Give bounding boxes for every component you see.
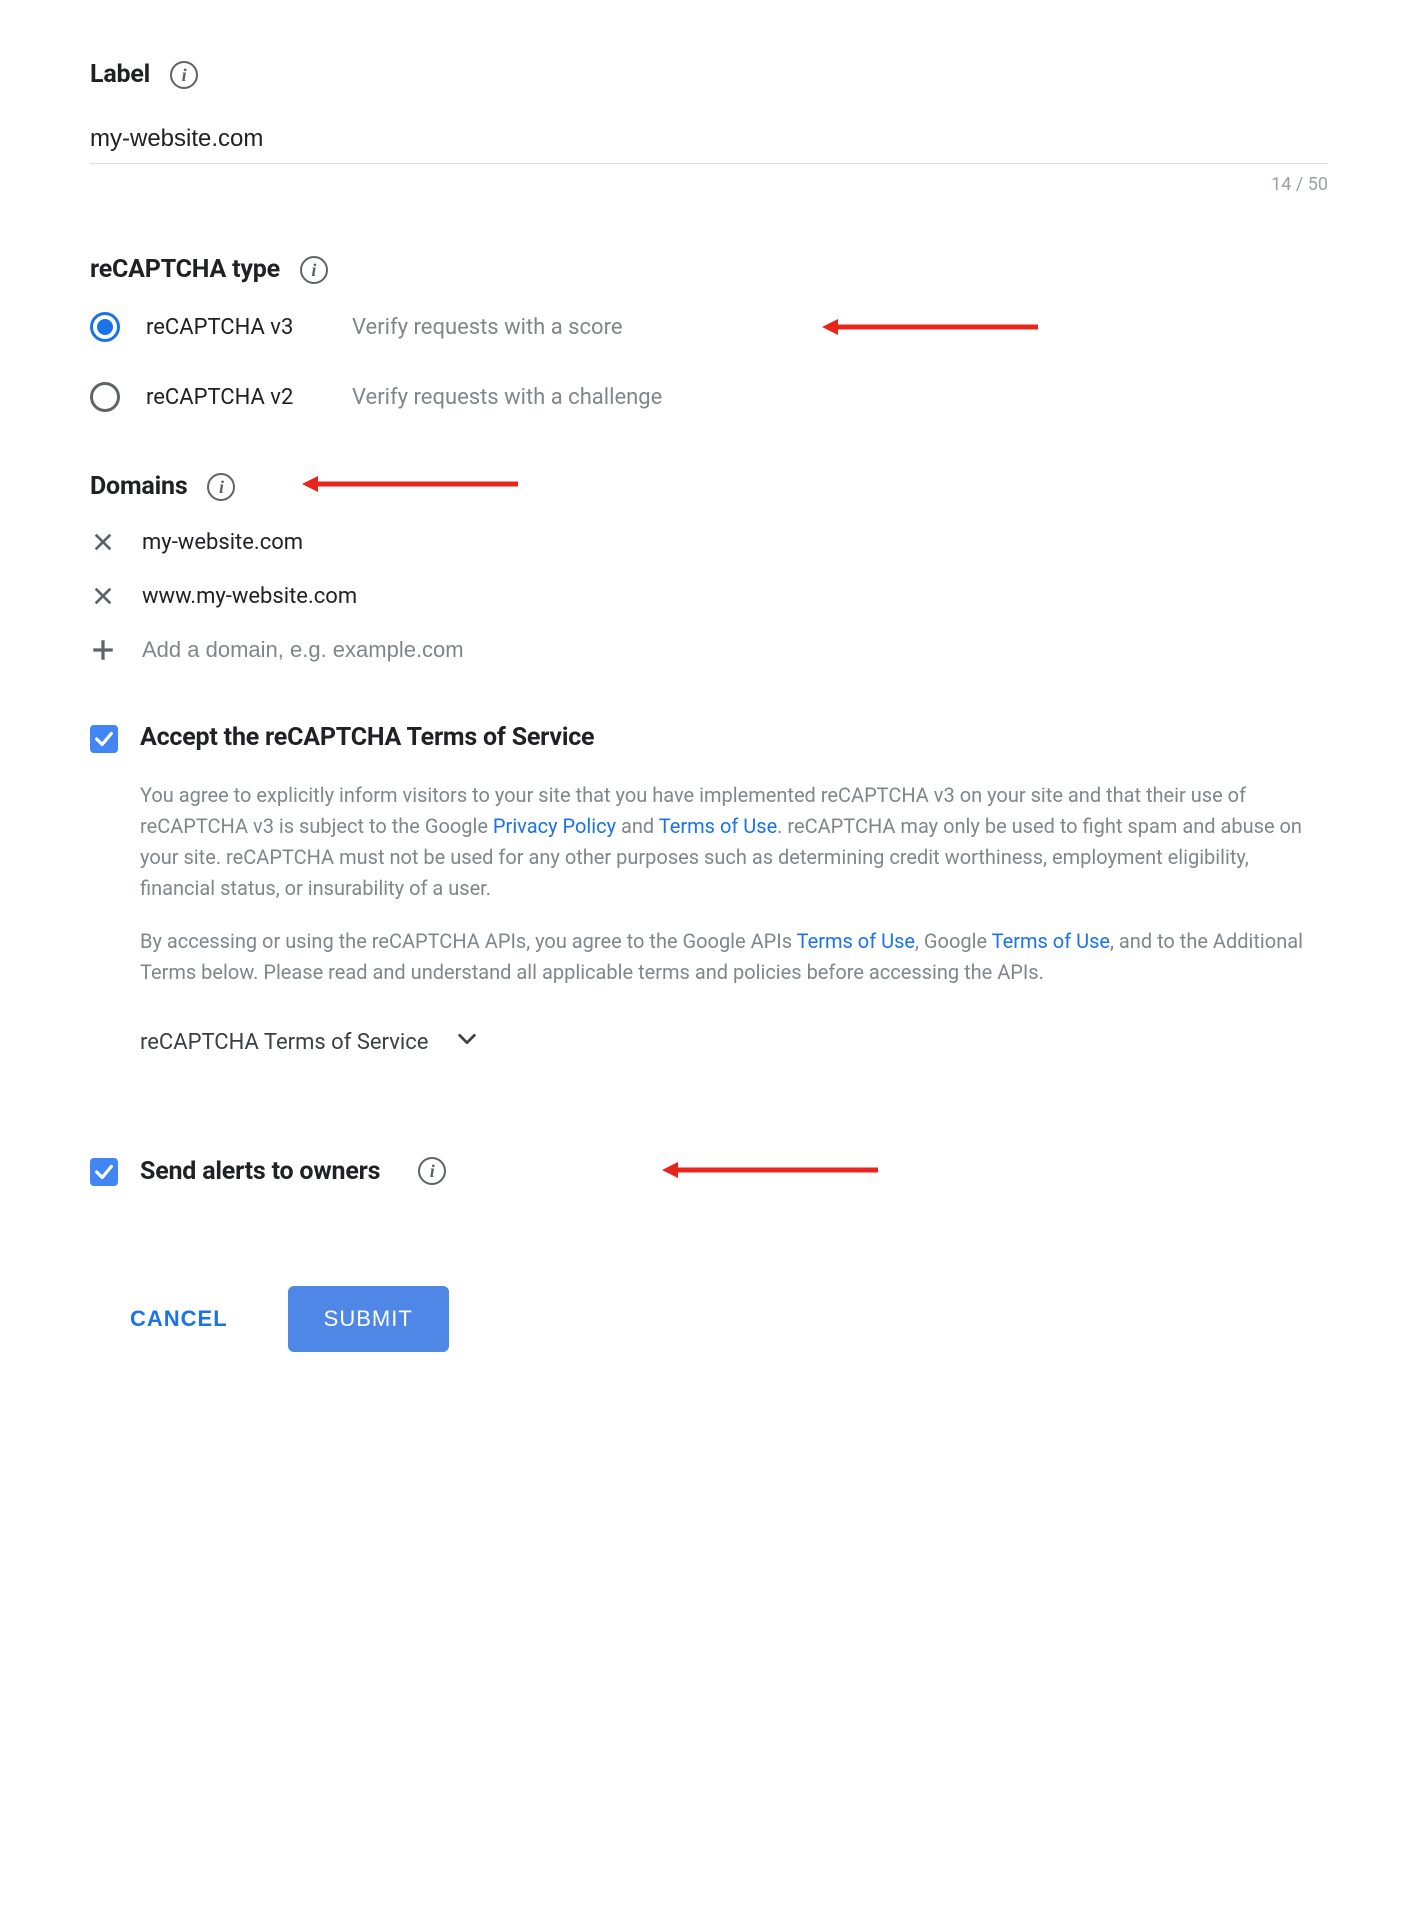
google-terms-link[interactable]: Terms of Use: [992, 929, 1110, 953]
label-title: Label: [90, 60, 150, 89]
radio-recaptcha-v2[interactable]: reCAPTCHA v2 Verify requests with a chal…: [90, 382, 1328, 412]
radio-icon-unselected: [90, 382, 120, 412]
tos-section: Accept the reCAPTCHA Terms of Service Yo…: [90, 723, 1328, 1056]
submit-button[interactable]: SUBMIT: [288, 1286, 449, 1352]
privacy-policy-link[interactable]: Privacy Policy: [493, 814, 616, 838]
domains-title: Domains: [90, 472, 187, 501]
recaptcha-type-section: reCAPTCHA type i reCAPTCHA v3 Verify req…: [90, 255, 1328, 412]
alerts-section: Send alerts to owners i: [90, 1156, 1328, 1186]
tos-checkbox[interactable]: [90, 725, 118, 753]
info-icon[interactable]: i: [418, 1157, 446, 1185]
recaptcha-type-title: reCAPTCHA type: [90, 255, 280, 284]
radio-desc: Verify requests with a score: [352, 315, 623, 340]
radio-label: reCAPTCHA v2: [146, 385, 326, 410]
button-row: CANCEL SUBMIT: [90, 1286, 1328, 1352]
tos-label: Accept the reCAPTCHA Terms of Service: [140, 723, 1328, 752]
label-input[interactable]: [90, 117, 1328, 164]
domains-section: Domains i my-website.com www.my-website.…: [90, 472, 1328, 663]
close-icon[interactable]: [90, 529, 116, 555]
tos-p2-a: By accessing or using the reCAPTCHA APIs…: [140, 929, 797, 953]
domain-row: www.my-website.com: [90, 583, 1328, 609]
info-icon[interactable]: i: [300, 256, 328, 284]
domain-text: my-website.com: [142, 530, 303, 555]
domain-text: www.my-website.com: [142, 584, 357, 609]
tos-text: You agree to explicitly inform visitors …: [140, 780, 1328, 988]
annotation-arrow: [300, 474, 520, 494]
annotation-arrow: [820, 317, 1040, 337]
cancel-button[interactable]: CANCEL: [120, 1288, 238, 1350]
tos-p2-b: , Google: [915, 929, 992, 953]
api-terms-link[interactable]: Terms of Use: [797, 929, 915, 953]
domain-row: my-website.com: [90, 529, 1328, 555]
radio-desc: Verify requests with a challenge: [352, 385, 662, 410]
chevron-down-icon: [456, 1028, 478, 1056]
add-domain-row: [90, 637, 1328, 663]
info-icon[interactable]: i: [207, 473, 235, 501]
close-icon[interactable]: [90, 583, 116, 609]
terms-of-use-link[interactable]: Terms of Use: [659, 814, 777, 838]
annotation-arrow: [660, 1160, 880, 1180]
tos-expand[interactable]: reCAPTCHA Terms of Service: [140, 1028, 1328, 1056]
tos-expand-label: reCAPTCHA Terms of Service: [140, 1030, 428, 1055]
label-section: Label i 14 / 50: [90, 60, 1328, 195]
add-domain-input[interactable]: [142, 637, 742, 663]
radio-label: reCAPTCHA v3: [146, 315, 326, 340]
char-counter: 14 / 50: [90, 174, 1328, 195]
info-icon[interactable]: i: [170, 61, 198, 89]
tos-p1-b: and: [616, 814, 659, 838]
alerts-label: Send alerts to owners: [140, 1157, 380, 1186]
radio-icon-selected: [90, 312, 120, 342]
alerts-checkbox[interactable]: [90, 1158, 118, 1186]
plus-icon[interactable]: [90, 637, 116, 663]
radio-recaptcha-v3[interactable]: reCAPTCHA v3 Verify requests with a scor…: [90, 312, 1328, 342]
